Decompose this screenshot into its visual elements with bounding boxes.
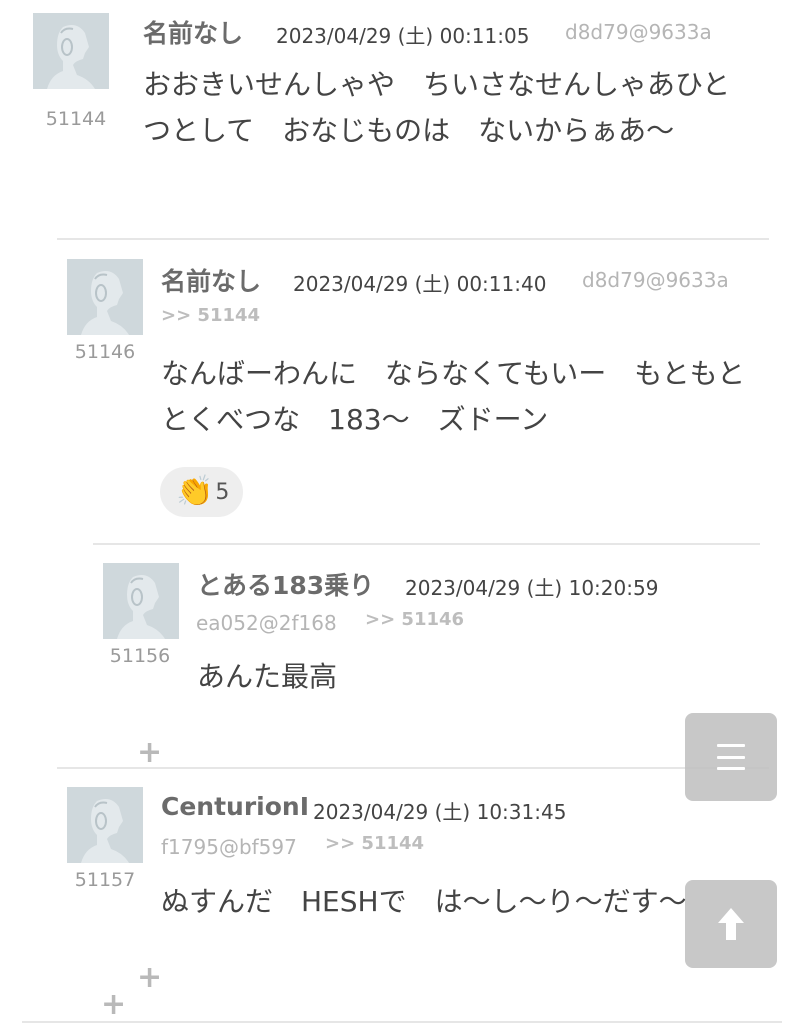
poster-name: 名前なし [143, 19, 244, 48]
poster-id: d8d79@9633a [582, 268, 729, 292]
poster-name: 名前なし [161, 267, 262, 296]
post-date: 2023/04/29 (土) 00:11:05 [276, 24, 530, 48]
post-number[interactable]: 51144 [38, 108, 114, 130]
arrow-up-icon [718, 908, 744, 940]
hamburger-menu-icon [717, 744, 745, 770]
avatar[interactable] [33, 13, 109, 89]
clapping-hands-icon: 👏 [176, 474, 214, 509]
expand-thread-button[interactable]: + [101, 990, 126, 1020]
post-number[interactable]: 51157 [67, 869, 143, 891]
default-avatar-icon [33, 13, 109, 89]
post-body: なんばーわんに ならなくてもいー もともと とくべつな 183〜 ズドーン [161, 357, 774, 436]
avatar[interactable] [67, 259, 143, 335]
default-avatar-icon [67, 787, 143, 863]
poster-id: f1795@bf597 [161, 835, 297, 859]
expand-replies-button[interactable]: + [137, 963, 162, 993]
expand-replies-button[interactable]: + [137, 738, 162, 768]
poster-id: ea052@2f168 [196, 611, 337, 635]
scroll-to-top-button[interactable] [685, 880, 777, 968]
divider [22, 1021, 782, 1023]
post-date: 2023/04/29 (土) 00:11:40 [293, 272, 547, 296]
post-body: ぬすんだ HESHで は〜し〜り〜だす〜 [161, 885, 687, 918]
menu-button[interactable] [685, 713, 777, 801]
avatar[interactable] [67, 787, 143, 863]
divider [57, 238, 769, 240]
post-body: あんた最高 [197, 660, 338, 693]
reply-reference-link[interactable]: >> 51146 [365, 609, 464, 630]
reply-reference-link[interactable]: >> 51144 [161, 305, 260, 326]
poster-name: とある183乗り [197, 571, 375, 600]
poster-name: CenturionI [161, 792, 310, 821]
reaction-button[interactable]: 👏 5 [160, 467, 244, 517]
post-number[interactable]: 51146 [67, 341, 143, 363]
divider [93, 543, 760, 545]
avatar[interactable] [103, 563, 179, 639]
post-body: おおきいせんしゃや ちいさなせんしゃあひとつとして おなじものは ないからぁあ〜 [143, 68, 731, 147]
reply-reference-link[interactable]: >> 51144 [325, 833, 424, 854]
post-number[interactable]: 51156 [102, 645, 178, 667]
default-avatar-icon [67, 259, 143, 335]
post-date: 2023/04/29 (土) 10:20:59 [405, 576, 659, 600]
reaction-count: 5 [215, 479, 230, 505]
poster-id: d8d79@9633a [565, 20, 712, 44]
post-date: 2023/04/29 (土) 10:31:45 [313, 800, 567, 824]
default-avatar-icon [103, 563, 179, 639]
divider [57, 767, 769, 769]
